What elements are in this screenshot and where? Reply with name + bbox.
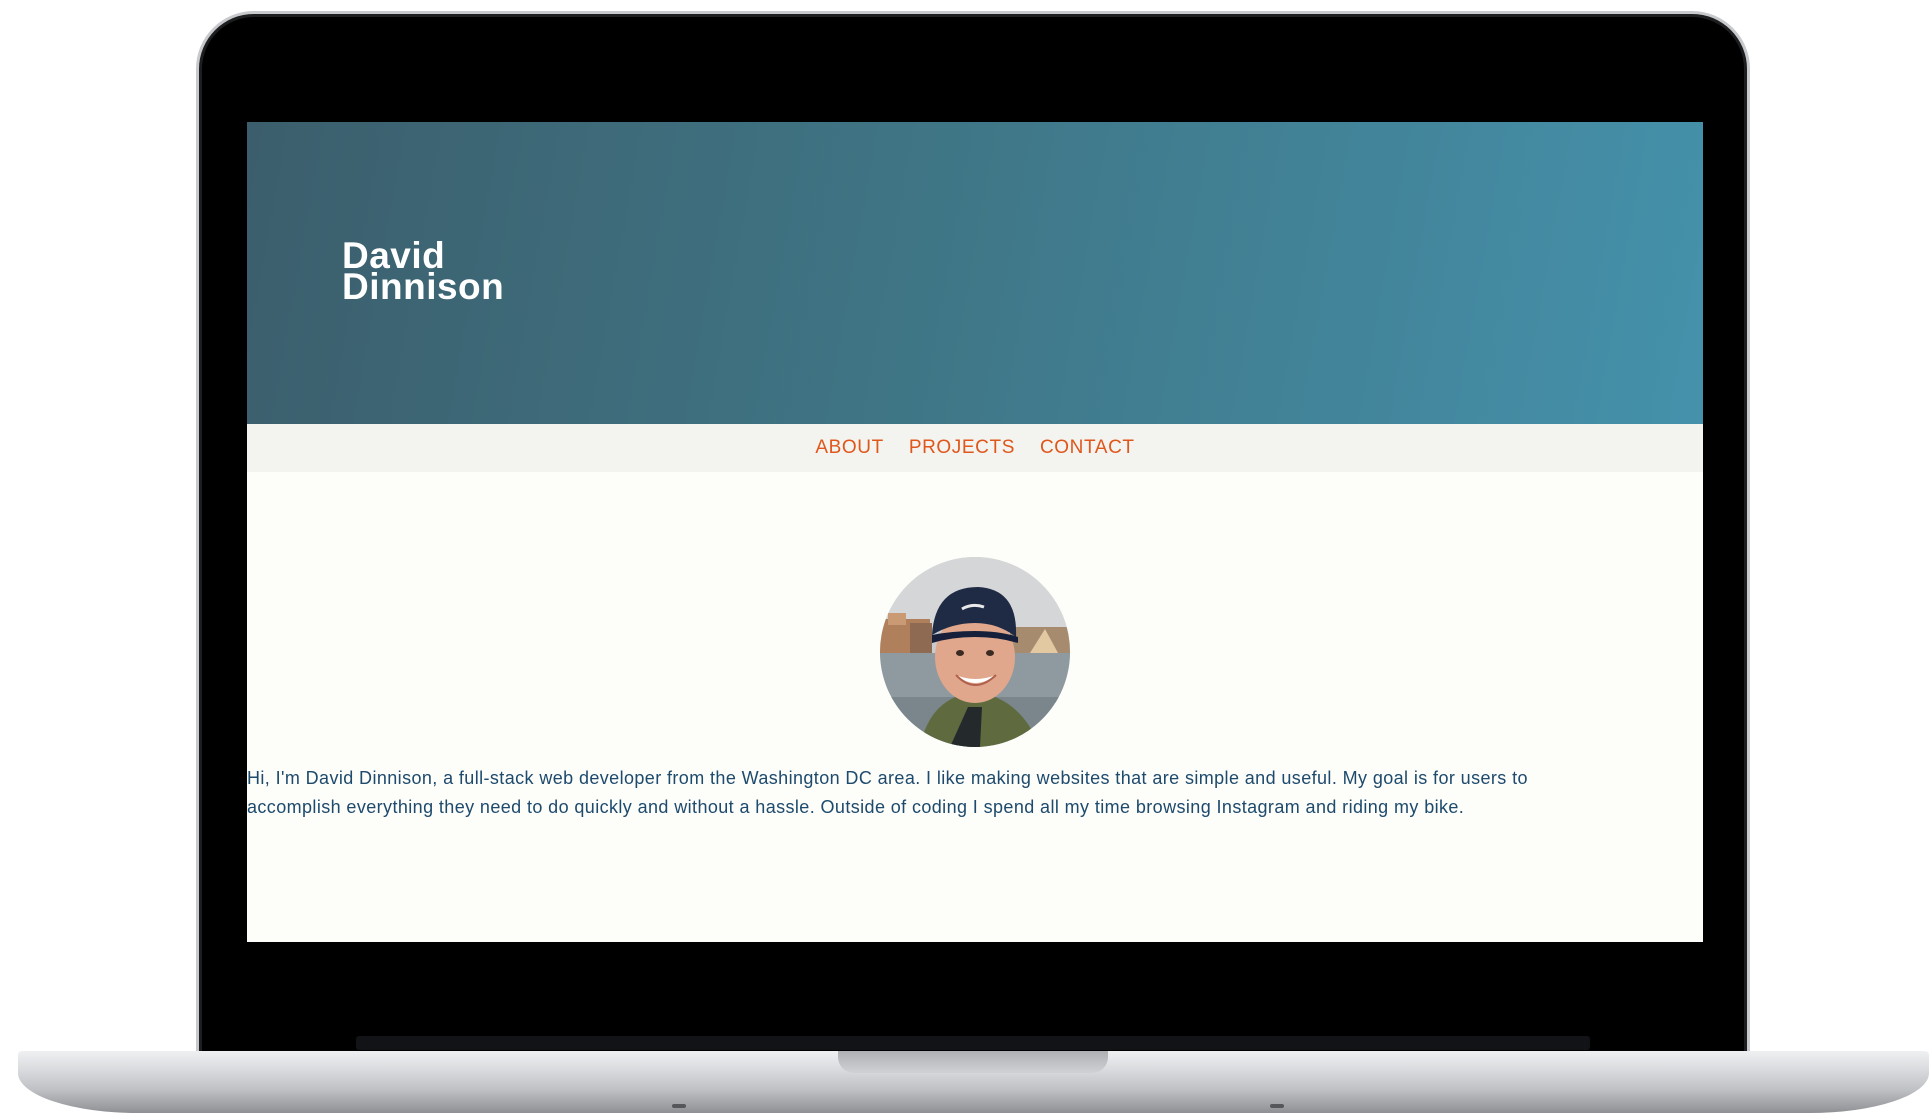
screen: David Dinnison ABOUT PROJECTS CONTACT Hi… [247, 122, 1703, 942]
laptop-hinge [356, 1036, 1590, 1050]
nav-link-contact[interactable]: CONTACT [1040, 437, 1135, 459]
profile-photo-image [880, 557, 1070, 747]
laptop-foot [1270, 1104, 1284, 1108]
profile-photo [880, 557, 1070, 747]
site-title-line: Dinnison [342, 266, 505, 307]
site-title[interactable]: David Dinnison [342, 237, 505, 307]
nav-link-about[interactable]: ABOUT [815, 437, 883, 459]
device-mockup: David Dinnison ABOUT PROJECTS CONTACT Hi… [0, 0, 1931, 1116]
about-bio: Hi, I'm David Dinnison, a full-stack web… [247, 768, 1528, 817]
nav-link-projects[interactable]: PROJECTS [909, 437, 1015, 459]
main-nav: ABOUT PROJECTS CONTACT [247, 424, 1703, 472]
laptop-opening-notch [838, 1051, 1108, 1073]
hero-banner: David Dinnison [247, 122, 1703, 424]
laptop-foot [672, 1104, 686, 1108]
